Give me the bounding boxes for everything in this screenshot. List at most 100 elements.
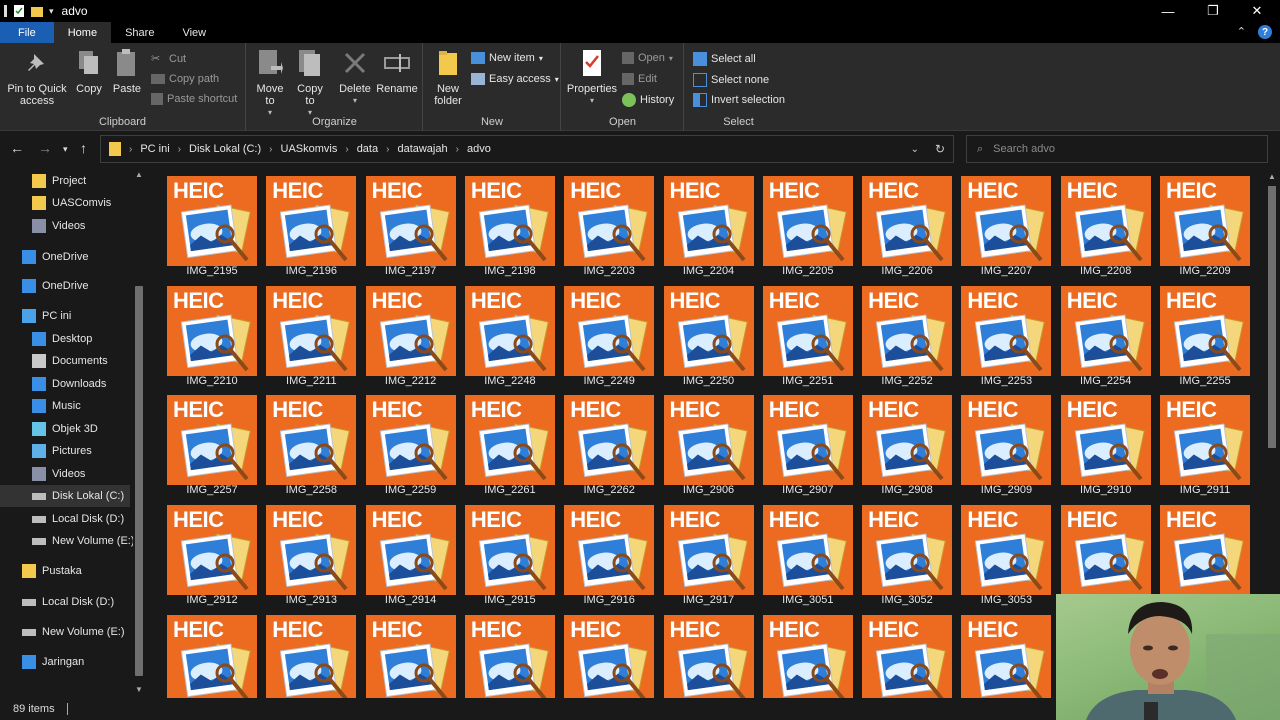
copy-to-button[interactable]: Copy to ▾: [293, 47, 327, 119]
move-to-button[interactable]: Move to ▾: [253, 47, 287, 119]
new-item-button[interactable]: New item ▾: [471, 52, 543, 64]
breadcrumb-datawajah[interactable]: datawajah: [397, 143, 447, 155]
breadcrumb-pc[interactable]: PC ini: [140, 143, 169, 155]
file-tile[interactable]: HEIC IMG_2211: [259, 276, 358, 387]
sidebar-item[interactable]: Downloads: [0, 373, 106, 395]
file-tile[interactable]: HEIC IMG_2909: [954, 385, 1053, 496]
file-tile[interactable]: HEIC IMG_2249: [557, 276, 656, 387]
file-tile[interactable]: HEIC IMG_2204: [657, 168, 756, 277]
tab-share[interactable]: Share: [111, 22, 168, 43]
file-tile[interactable]: HEIC IMG_2908: [855, 385, 954, 496]
file-tile[interactable]: HEIC: [954, 605, 1053, 698]
customize-toolbar-icon[interactable]: ▾: [49, 6, 54, 17]
file-tile[interactable]: HEIC IMG_2911: [1153, 385, 1252, 496]
select-all-button[interactable]: Select all: [693, 52, 756, 66]
help-icon[interactable]: ?: [1258, 25, 1272, 39]
sidebar-item[interactable]: Desktop: [0, 328, 92, 350]
paste-shortcut-button[interactable]: Paste shortcut: [151, 93, 237, 105]
edit-button[interactable]: Edit: [622, 73, 657, 85]
file-tile[interactable]: HEIC IMG_2207: [954, 168, 1053, 277]
breadcrumb-disk-c[interactable]: Disk Lokal (C:): [189, 143, 261, 155]
collapse-ribbon-icon[interactable]: ⌃: [1237, 25, 1246, 39]
sidebar-item[interactable]: Documents: [0, 350, 108, 372]
sidebar-item[interactable]: Local Disk (D:): [0, 591, 114, 613]
file-tile[interactable]: HEIC IMG_2197: [359, 168, 458, 277]
history-button[interactable]: History: [622, 93, 674, 107]
back-arrow-icon[interactable]: ←: [10, 140, 24, 156]
file-tile[interactable]: HEIC IMG_2262: [557, 385, 656, 496]
file-tile[interactable]: HEIC IMG_2255: [1153, 276, 1252, 387]
file-tile[interactable]: HEIC: [657, 605, 756, 698]
sidebar-scroll-thumb[interactable]: [135, 286, 143, 676]
paste-button[interactable]: Paste: [110, 47, 144, 95]
minimize-button[interactable]: —: [1145, 0, 1191, 22]
file-tile[interactable]: HEIC IMG_2913: [259, 495, 358, 606]
file-tile[interactable]: HEIC IMG_2907: [756, 385, 855, 496]
file-tile[interactable]: HEIC IMG_2210: [160, 276, 259, 387]
file-tile[interactable]: HEIC: [1054, 495, 1153, 605]
file-tile[interactable]: HEIC IMG_2203: [557, 168, 656, 277]
sidebar-item[interactable]: Music: [0, 395, 81, 417]
sidebar-item[interactable]: UASComvis: [0, 192, 111, 214]
file-tile[interactable]: HEIC IMG_2251: [756, 276, 855, 387]
properties-button[interactable]: Properties ▾: [566, 47, 618, 107]
select-none-button[interactable]: Select none: [693, 73, 769, 87]
restore-button[interactable]: ❐: [1190, 0, 1236, 22]
scroll-up-icon[interactable]: ▲: [135, 170, 143, 179]
file-tile[interactable]: HEIC: [855, 605, 954, 698]
invert-selection-button[interactable]: Invert selection: [693, 93, 785, 107]
sidebar-item[interactable]: Pictures: [0, 440, 92, 462]
file-tile[interactable]: HEIC IMG_2253: [954, 276, 1053, 387]
file-tile[interactable]: HEIC IMG_2252: [855, 276, 954, 387]
sidebar-scrollbar[interactable]: ▲ ▼: [133, 168, 145, 696]
file-tile[interactable]: HEIC: [458, 605, 557, 698]
delete-button[interactable]: Delete ▾: [337, 47, 373, 107]
sidebar-item[interactable]: Videos: [0, 215, 85, 237]
file-tile[interactable]: HEIC IMG_3052: [855, 495, 954, 606]
rename-button[interactable]: Rename: [375, 47, 419, 95]
file-tile[interactable]: HEIC IMG_2198: [458, 168, 557, 277]
scroll-down-icon[interactable]: ▼: [135, 685, 143, 694]
file-tile[interactable]: HEIC IMG_2257: [160, 385, 259, 496]
refresh-icon[interactable]: ↻: [935, 142, 945, 156]
file-tile[interactable]: HEIC IMG_2912: [160, 495, 259, 606]
file-tile[interactable]: HEIC IMG_2917: [657, 495, 756, 606]
copy-path-button[interactable]: Copy path: [151, 73, 219, 85]
open-button[interactable]: Open ▾: [622, 52, 673, 64]
file-tile[interactable]: HEIC IMG_2205: [756, 168, 855, 277]
file-tile[interactable]: HEIC IMG_2196: [259, 168, 358, 277]
tab-view[interactable]: View: [168, 22, 220, 43]
sidebar-item[interactable]: Jaringan: [0, 651, 84, 673]
sidebar-item[interactable]: Pustaka: [0, 560, 82, 582]
sidebar-item[interactable]: OneDrive: [0, 246, 88, 268]
file-tile[interactable]: HEIC: [557, 605, 656, 698]
file-tile[interactable]: HEIC IMG_2261: [458, 385, 557, 496]
up-arrow-icon[interactable]: ↑: [80, 140, 87, 156]
address-bar[interactable]: › PC ini › Disk Lokal (C:) › UASkomvis ›…: [100, 135, 954, 163]
file-tile[interactable]: HEIC IMG_3051: [756, 495, 855, 606]
sidebar-item[interactable]: Disk Lokal (C:): [0, 485, 130, 507]
file-tile[interactable]: HEIC IMG_2209: [1153, 168, 1252, 277]
file-tile[interactable]: HEIC: [160, 605, 259, 698]
breadcrumb-data[interactable]: data: [357, 143, 378, 155]
file-view-scroll-thumb[interactable]: [1268, 186, 1276, 448]
pin-quick-access-button[interactable]: Pin to Quick access: [6, 47, 68, 107]
sidebar-item[interactable]: Local Disk (D:): [0, 508, 124, 530]
file-tile[interactable]: HEIC: [1153, 495, 1252, 605]
new-folder-icon[interactable]: [31, 5, 43, 17]
file-tile[interactable]: HEIC: [259, 605, 358, 698]
search-input[interactable]: Search advo: [993, 143, 1055, 155]
file-tile[interactable]: HEIC IMG_2258: [259, 385, 358, 496]
search-box[interactable]: ⌕ Search advo: [966, 135, 1268, 163]
breadcrumb-uaskomvis[interactable]: UASkomvis: [281, 143, 338, 155]
file-tile[interactable]: HEIC IMG_2208: [1054, 168, 1153, 277]
file-tile[interactable]: HEIC IMG_2195: [160, 168, 259, 277]
file-tile[interactable]: HEIC IMG_2914: [359, 495, 458, 606]
sidebar-item[interactable]: New Volume (E:): [0, 530, 135, 552]
recent-locations-icon[interactable]: ▾: [63, 144, 68, 155]
file-tile[interactable]: HEIC IMG_2259: [359, 385, 458, 496]
copy-button[interactable]: Copy: [72, 47, 106, 95]
file-tile[interactable]: HEIC IMG_2915: [458, 495, 557, 606]
file-tile[interactable]: HEIC IMG_3053: [954, 495, 1053, 606]
cut-button[interactable]: ✂ Cut: [151, 52, 186, 66]
